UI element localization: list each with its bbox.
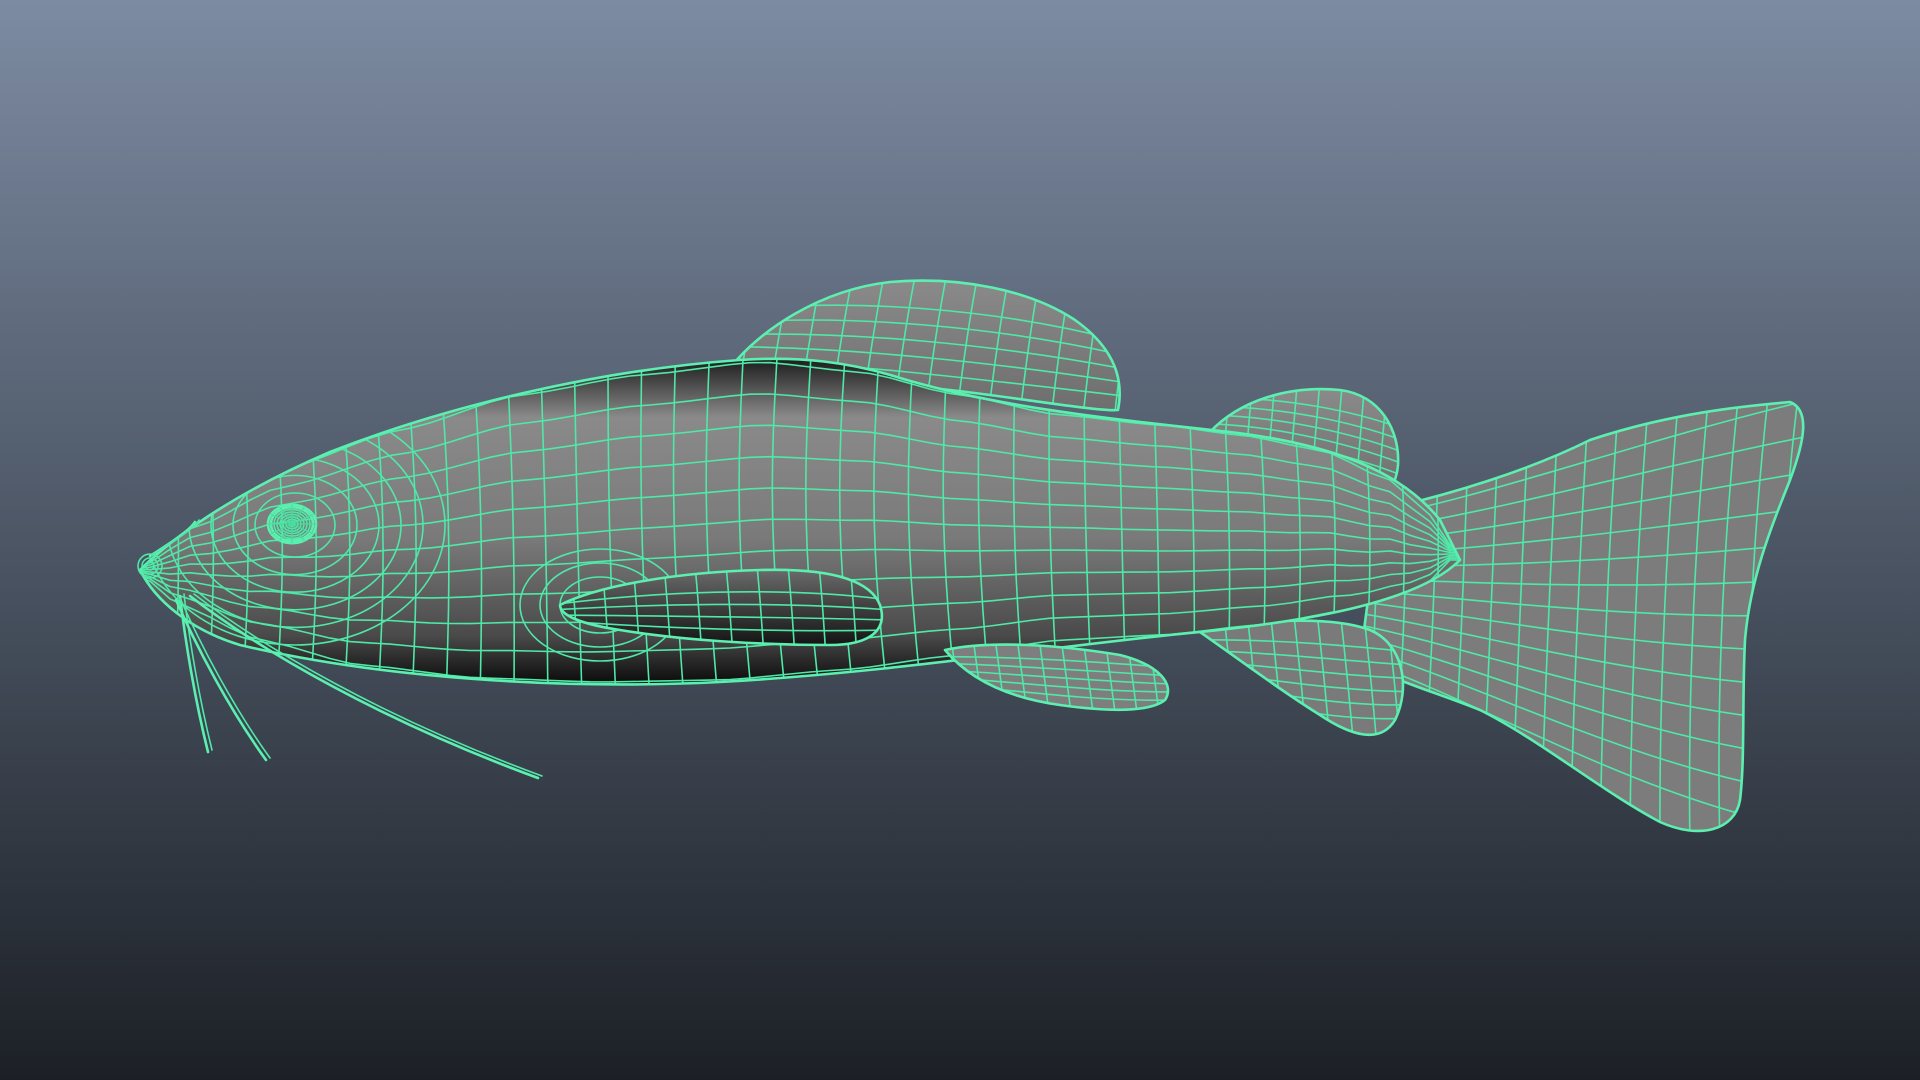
viewport[interactable] (0, 0, 1920, 1080)
viewport-canvas[interactable] (0, 0, 1920, 1080)
eye[interactable] (266, 503, 318, 545)
